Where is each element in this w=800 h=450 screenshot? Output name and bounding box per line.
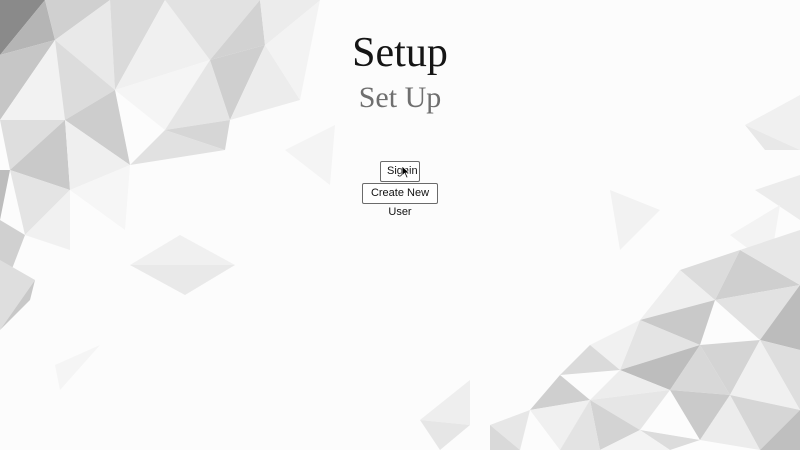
create-new-user-button[interactable]: Create New User	[362, 183, 438, 218]
setup-page: Setup Set Up Signin Create New User	[0, 0, 800, 450]
mouse-cursor-icon	[401, 165, 411, 179]
page-subtitle: Set Up	[358, 81, 442, 114]
page-title: Setup	[352, 30, 448, 76]
signin-button[interactable]: Signin	[380, 161, 420, 182]
setup-content: Setup Set Up Signin Create New User	[0, 0, 800, 450]
